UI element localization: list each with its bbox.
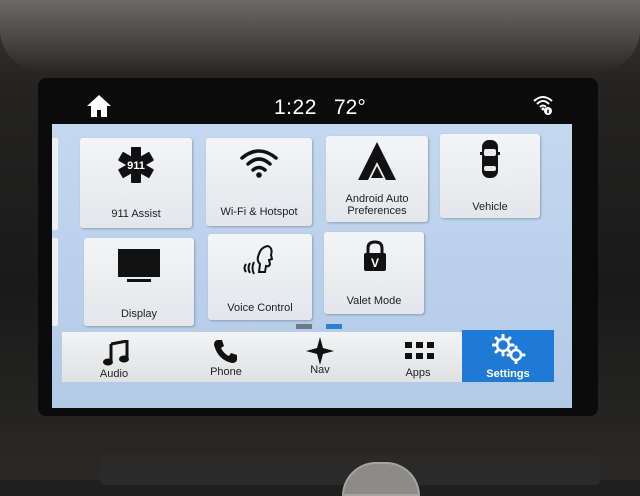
outside-temperature: 72° — [334, 96, 366, 119]
nav-nav[interactable]: Nav — [268, 332, 368, 382]
tile-label: Voice Control — [227, 302, 293, 314]
page-indicator-1[interactable] — [296, 324, 312, 329]
compass-star-icon — [306, 337, 334, 365]
settings-screen: 911 911 Assist Wi-Fi & Hotspot Android A… — [52, 124, 572, 408]
status-bar: 1:22 72° — [52, 90, 572, 124]
music-note-icon — [103, 340, 129, 366]
tile-label: Display — [120, 308, 158, 320]
nav-label: Audio — [99, 368, 129, 380]
apps-grid-icon — [405, 342, 434, 359]
nav-phone[interactable]: Phone — [172, 332, 268, 382]
tile-android-auto-preferences[interactable]: Android Auto Preferences — [326, 136, 428, 222]
911-badge-text: 911 — [127, 160, 145, 172]
dashboard-hood — [0, 0, 640, 70]
lock-icon: V — [364, 240, 386, 271]
monitor-icon — [118, 249, 160, 282]
phone-icon — [214, 340, 237, 363]
tile-911-assist[interactable]: 911 911 Assist — [80, 138, 192, 228]
android-auto-icon — [358, 142, 396, 180]
tile-label: Android Auto — [345, 193, 409, 205]
nav-label: Apps — [405, 367, 431, 379]
tile-label: Wi-Fi & Hotspot — [220, 206, 298, 218]
car-icon — [480, 140, 500, 178]
bottom-nav-bar: Audio Phone Nav Apps Settings — [62, 330, 554, 382]
nav-settings-active[interactable]: Settings — [462, 330, 554, 382]
page-indicator-2-active[interactable] — [326, 324, 342, 329]
tile-vehicle[interactable]: Vehicle — [440, 134, 540, 218]
nav-apps[interactable]: Apps — [368, 332, 462, 382]
wifi-info-icon — [533, 96, 553, 115]
home-icon[interactable] — [86, 94, 112, 118]
nav-label: Phone — [210, 366, 242, 378]
tile-label: Preferences — [347, 205, 407, 217]
tile-label: Valet Mode — [346, 295, 402, 307]
previous-page-tile-edge — [52, 238, 58, 326]
valet-badge-text: V — [371, 256, 379, 270]
tile-wifi-hotspot[interactable]: Wi-Fi & Hotspot — [206, 138, 312, 226]
tile-display[interactable]: Display — [84, 238, 194, 326]
tile-voice-control[interactable]: Voice Control — [208, 234, 312, 320]
nav-audio[interactable]: Audio — [62, 332, 172, 382]
nav-label: Nav — [310, 364, 330, 376]
previous-page-tile-edge — [52, 138, 58, 230]
tile-valet-mode[interactable]: V Valet Mode — [324, 232, 424, 314]
voice-control-icon — [243, 244, 274, 275]
tile-label: 911 Assist — [111, 208, 161, 220]
wifi-icon — [240, 149, 278, 178]
tile-label: Vehicle — [472, 201, 508, 213]
gears-icon — [492, 334, 526, 364]
nav-label: Settings — [486, 368, 530, 380]
clock: 1:22 — [274, 96, 317, 119]
star-of-life-911-icon: 911 — [118, 147, 154, 183]
